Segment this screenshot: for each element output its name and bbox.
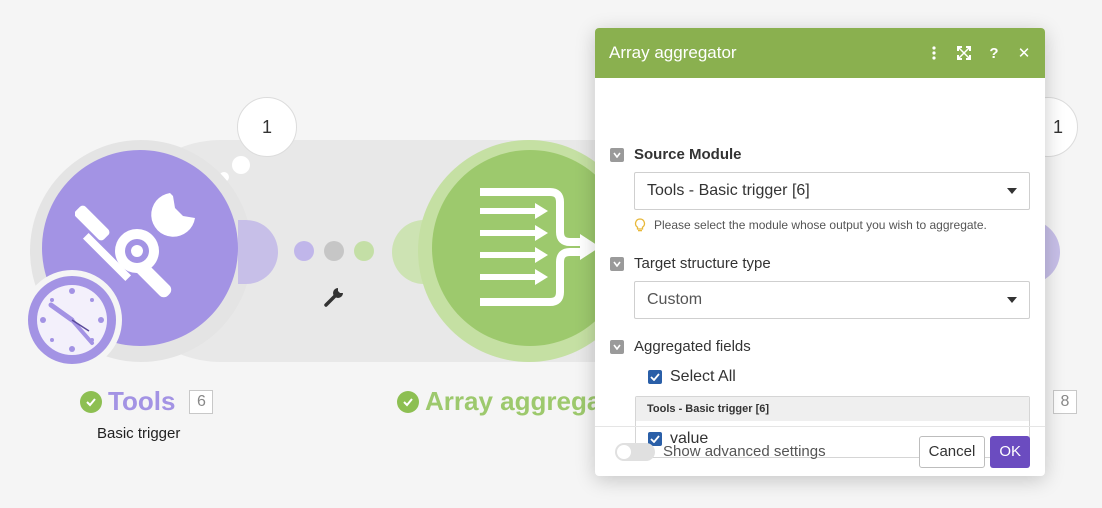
help-icon[interactable]: ?	[987, 45, 1001, 62]
operations-count-bubble[interactable]: 1	[237, 97, 297, 157]
dialog-title: Array aggregator	[609, 43, 737, 62]
clock-icon	[37, 285, 107, 355]
dialog-body: Source Module Tools - Basic trigger [6] …	[595, 78, 1045, 458]
source-module-label: Source Module	[634, 146, 742, 163]
bubble-tail-dot	[232, 156, 250, 174]
advanced-settings-toggle[interactable]	[615, 442, 655, 461]
array-aggregator-dialog: Array aggregator ? ✕ Source Module Tools…	[595, 28, 1045, 476]
advanced-settings-label[interactable]: Show advanced settings	[663, 443, 919, 460]
hint-text: Please select the module whose output yo…	[654, 218, 987, 232]
source-module-section[interactable]: Source Module	[610, 146, 742, 163]
aggregated-fields-section[interactable]: Aggregated fields	[610, 338, 751, 355]
ok-button[interactable]: OK	[990, 435, 1030, 468]
connection-dot	[324, 241, 344, 261]
source-module-value: Tools - Basic trigger [6]	[647, 182, 810, 199]
target-structure-value: Custom	[647, 291, 703, 308]
wrench-icon[interactable]	[322, 285, 346, 309]
tools-module-name: Tools	[108, 386, 176, 416]
select-all-label: Select All	[670, 368, 736, 385]
module-id-box: 8	[1053, 390, 1077, 414]
aggregated-fields-label: Aggregated fields	[634, 338, 751, 355]
source-module-hint: Please select the module whose output yo…	[634, 218, 987, 232]
source-module-select[interactable]: Tools - Basic trigger [6]	[634, 172, 1030, 210]
connection-dot	[294, 241, 314, 261]
aggregator-module-name: Array aggrega	[425, 386, 602, 416]
collapse-checkbox[interactable]	[610, 339, 624, 354]
tools-module-subtitle: Basic trigger	[97, 425, 181, 442]
operations-count: 1	[261, 116, 272, 137]
tools-module-label[interactable]: Tools 6	[80, 386, 214, 417]
dialog-header[interactable]: Array aggregator ? ✕	[595, 28, 1045, 78]
aggregator-module-label[interactable]: Array aggrega	[397, 386, 601, 417]
target-structure-label: Target structure type	[634, 255, 771, 272]
trigger-clock-badge[interactable]	[22, 270, 122, 370]
expand-icon[interactable]	[957, 45, 971, 61]
fields-group-header: Tools - Basic trigger [6]	[636, 397, 1029, 421]
connection-dot	[354, 241, 374, 261]
tools-module-id: 6	[189, 389, 214, 414]
collapse-checkbox[interactable]	[610, 147, 624, 162]
module-id: 8	[1053, 390, 1077, 414]
target-structure-section[interactable]: Target structure type	[610, 255, 771, 272]
array-aggregator-icon	[480, 188, 600, 306]
cancel-button[interactable]: Cancel	[918, 435, 986, 468]
close-icon[interactable]: ✕	[1017, 45, 1031, 62]
collapse-checkbox[interactable]	[610, 256, 624, 271]
check-icon	[397, 390, 419, 413]
target-structure-select[interactable]: Custom	[634, 281, 1030, 319]
lightbulb-icon	[634, 218, 646, 232]
checkbox-checked[interactable]	[648, 370, 662, 384]
select-all-checkbox[interactable]: Select All	[648, 368, 736, 386]
chevron-down-icon	[1007, 297, 1017, 303]
dialog-footer: Show advanced settings Cancel OK	[595, 426, 1045, 476]
more-icon[interactable]	[927, 45, 941, 61]
chevron-down-icon	[1007, 188, 1017, 194]
check-icon	[80, 390, 102, 413]
operations-count: 1	[1052, 116, 1063, 137]
